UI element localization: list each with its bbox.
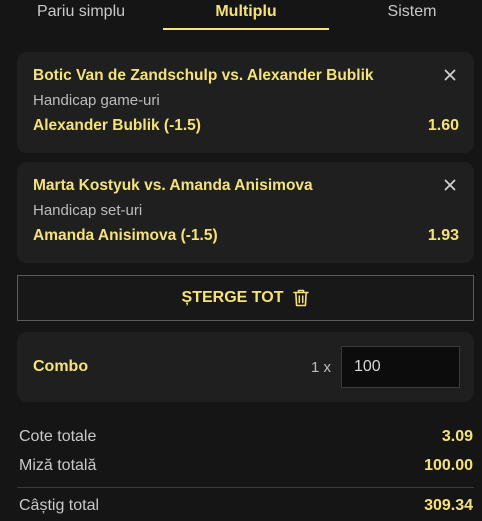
delete-all-label: ȘTERGE TOT [181,289,284,306]
total-win-value: 309.34 [424,497,473,514]
tab-multiple[interactable]: Multiplu [163,0,329,30]
bet-selection: Amanda Anisimova (-1.5) [33,227,218,244]
total-odds-value: 3.09 [441,428,473,445]
betslip-panel: Pariu simplu Multiplu Sistem Botic Van d… [0,0,482,521]
bet-odds: 1.93 [427,227,459,244]
bet-card: Botic Van de Zandschulp vs. Alexander Bu… [17,52,474,153]
bet-event-name: Marta Kostyuk vs. Amanda Anisimova [33,177,313,194]
total-stake-label: Miză totală [19,457,97,474]
total-win-label: Câștig total [19,497,100,514]
delete-all-button[interactable]: ȘTERGE TOT [17,275,474,321]
bet-market: Handicap game-uri [33,92,160,109]
close-icon[interactable] [444,69,456,81]
tab-system[interactable]: Sistem [330,0,482,30]
combo-label: Combo [33,358,89,375]
stake-input[interactable] [341,346,460,388]
total-stake-row: Miză totală 100.00 [19,457,473,479]
bet-card: Marta Kostyuk vs. Amanda Anisimova Handi… [17,162,474,263]
bet-event-name: Botic Van de Zandschulp vs. Alexander Bu… [33,67,374,84]
total-stake-value: 100.00 [424,457,473,474]
combo-multiplier: 1 x [311,359,332,376]
bet-odds: 1.60 [427,117,459,134]
close-icon[interactable] [444,179,456,191]
tab-single[interactable]: Pariu simplu [0,0,162,30]
bet-selection: Alexander Bublik (-1.5) [33,117,201,134]
total-odds-label: Cote totale [19,428,97,445]
trash-icon [293,289,310,307]
total-odds-row: Cote totale 3.09 [19,428,473,450]
total-win-row: Câștig total 309.34 [19,497,473,519]
summary-divider [17,487,474,488]
bet-market: Handicap set-uri [33,202,143,219]
betslip-tabs: Pariu simplu Multiplu Sistem [0,0,482,32]
combo-row: Combo 1 x [17,332,474,402]
active-tab-indicator [163,28,329,30]
